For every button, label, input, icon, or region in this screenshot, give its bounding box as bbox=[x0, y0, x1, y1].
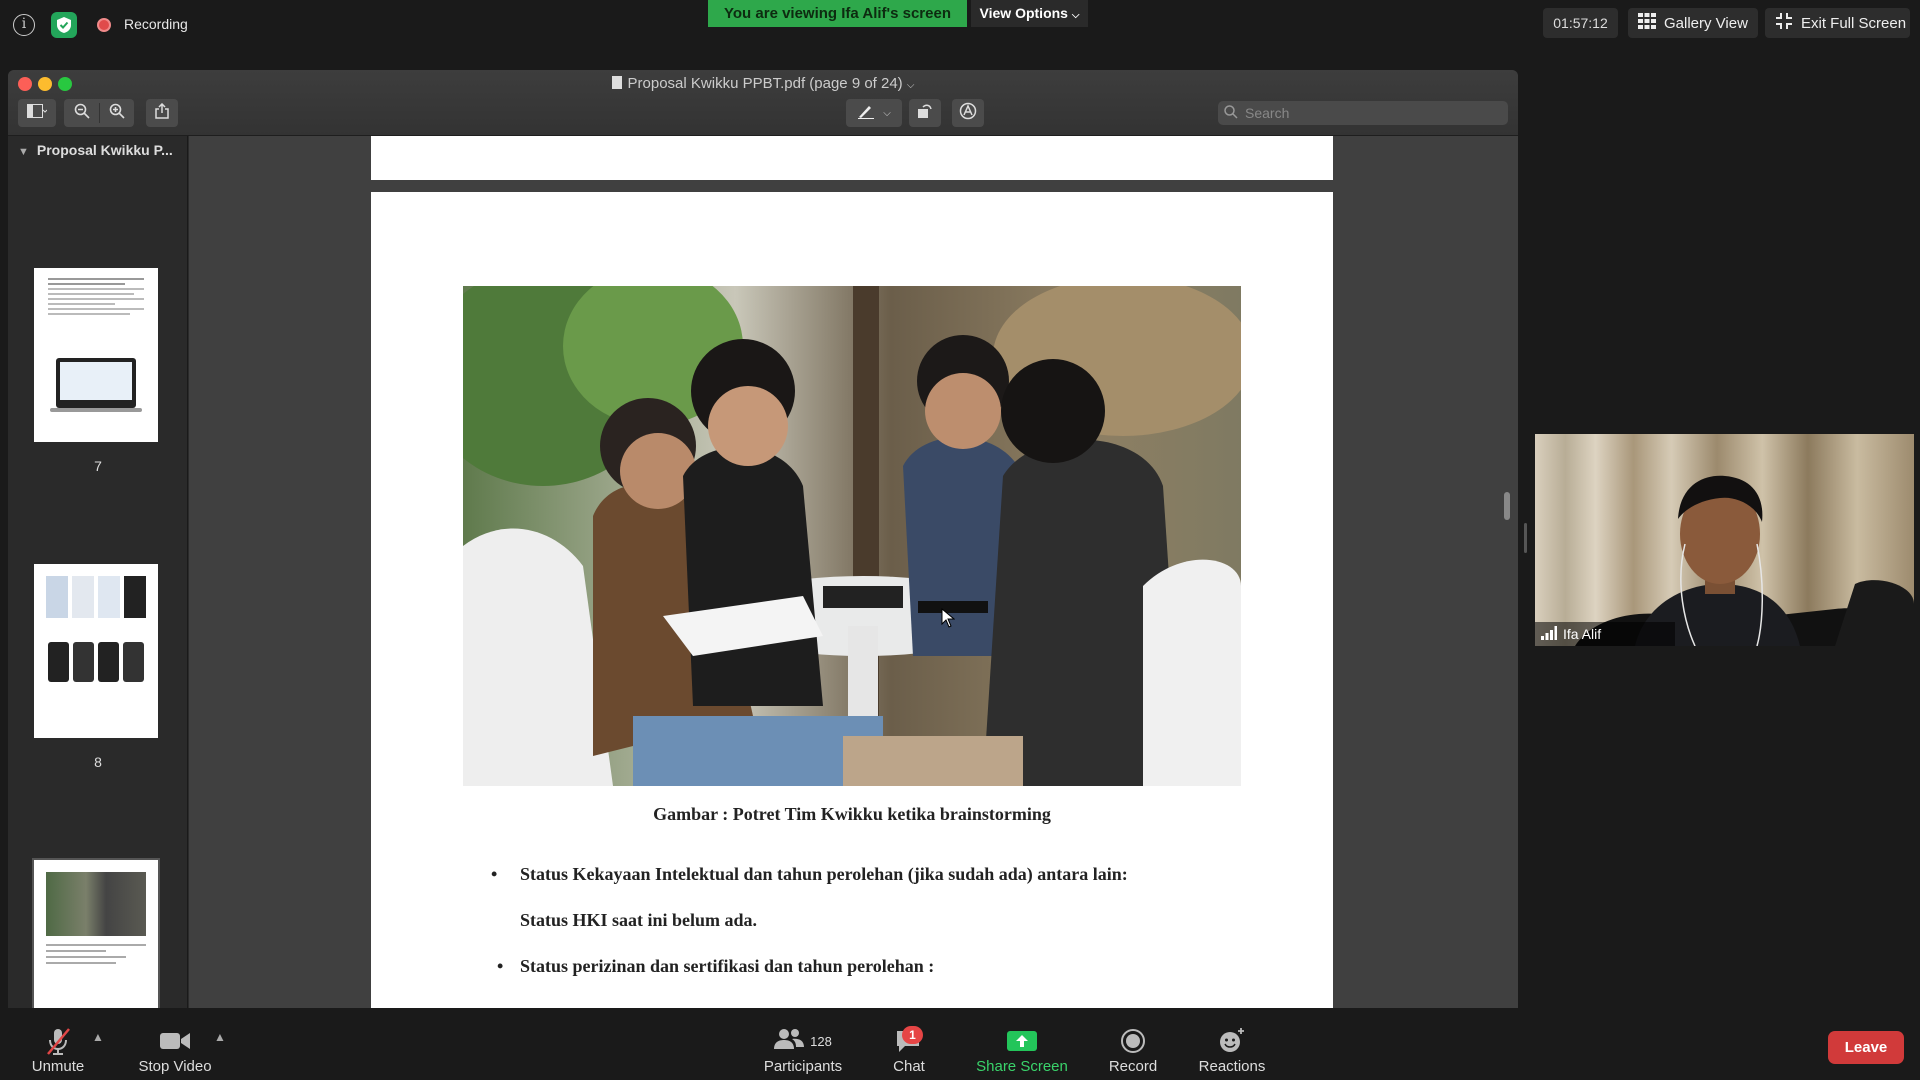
recording-label: Recording bbox=[124, 16, 188, 32]
gallery-view-label: Gallery View bbox=[1664, 14, 1748, 32]
share-screen-icon bbox=[974, 1024, 1070, 1058]
document-scrollbar[interactable] bbox=[1504, 492, 1510, 520]
share-icon bbox=[155, 102, 169, 123]
audio-options-caret-icon[interactable]: ▲ bbox=[92, 1030, 104, 1044]
share-screen-label: Share Screen bbox=[976, 1058, 1068, 1075]
shrink-icon bbox=[1775, 12, 1793, 34]
record-label: Record bbox=[1108, 1058, 1158, 1075]
markup-circle-icon bbox=[959, 102, 977, 124]
exit-full-screen-button[interactable]: Exit Full Screen bbox=[1765, 8, 1910, 38]
page-thumbnail-8[interactable] bbox=[34, 564, 158, 738]
participant-video-image bbox=[1535, 434, 1914, 646]
meeting-timer: 01:57:12 bbox=[1543, 8, 1618, 38]
thumbnail-text-lines bbox=[48, 278, 144, 315]
sidebar-toggle-button[interactable] bbox=[18, 99, 56, 127]
pdf-document-icon bbox=[611, 76, 622, 89]
participants-icon bbox=[774, 1028, 805, 1054]
annotate-button[interactable] bbox=[952, 99, 984, 127]
gallery-view-button[interactable]: Gallery View bbox=[1628, 8, 1758, 38]
zoom-in-icon[interactable] bbox=[99, 103, 134, 123]
pdf-search-input[interactable]: Search bbox=[1218, 101, 1508, 125]
chat-unread-badge: 1 bbox=[902, 1026, 923, 1044]
page-number-7: 7 bbox=[94, 458, 102, 474]
stop-video-label: Stop Video bbox=[138, 1058, 212, 1075]
page-number-8: 8 bbox=[94, 754, 102, 770]
muted-microphone-icon bbox=[22, 1024, 94, 1058]
view-options-label: View Options bbox=[979, 5, 1068, 21]
info-icon[interactable]: i bbox=[13, 14, 35, 36]
shared-screen-preview-window: Proposal Kwikku PPBT.pdf (page 9 of 24) … bbox=[8, 70, 1518, 1008]
viewing-screen-banner: You are viewing Ifa Alif's screen bbox=[708, 0, 967, 27]
rotate-icon bbox=[917, 103, 933, 123]
pdf-document-view[interactable]: Gambar : Potret Tim Kwikku ketika brains… bbox=[189, 136, 1518, 1008]
reaction-smiley-icon bbox=[1196, 1024, 1268, 1058]
thumbnail-screens-image bbox=[46, 576, 146, 618]
stop-video-button[interactable]: Stop Video bbox=[134, 1024, 216, 1075]
previous-page-bottom bbox=[371, 136, 1333, 180]
chevron-down-icon: ⌵ bbox=[883, 107, 891, 119]
record-icon bbox=[1106, 1024, 1160, 1058]
chat-button[interactable]: 1 Chat bbox=[886, 1024, 932, 1075]
zoom-out-icon[interactable] bbox=[64, 103, 99, 123]
grid-icon bbox=[1638, 13, 1656, 33]
record-button[interactable]: Record bbox=[1106, 1024, 1160, 1075]
disclosure-triangle-icon: ▼ bbox=[18, 146, 29, 158]
panel-resize-handle[interactable] bbox=[1524, 523, 1527, 553]
chat-icon: 1 bbox=[886, 1024, 932, 1058]
participant-name-text: Ifa Alif bbox=[1563, 626, 1602, 642]
window-title: Proposal Kwikku PPBT.pdf (page 9 of 24) … bbox=[8, 75, 1518, 92]
meeting-top-bar: i Recording You are viewing Ifa Alif's s… bbox=[0, 0, 1920, 70]
participant-video-tile[interactable]: Ifa Alif bbox=[1535, 434, 1914, 646]
bullet-hki-status: Status HKI saat ini belum ada. bbox=[520, 910, 758, 930]
participants-count: 128 bbox=[810, 1033, 832, 1049]
reactions-button[interactable]: Reactions bbox=[1196, 1024, 1268, 1075]
chevron-down-icon: ⌵ bbox=[906, 80, 915, 91]
video-camera-icon bbox=[134, 1024, 216, 1058]
thumbnail-sidebar: ▼Proposal Kwikku P... 7 8 9 bbox=[8, 136, 188, 1008]
figure-caption: Gambar : Potret Tim Kwikku ketika brains… bbox=[653, 804, 1051, 824]
leave-meeting-button[interactable]: Leave bbox=[1828, 1031, 1904, 1064]
participant-name-label: Ifa Alif bbox=[1535, 622, 1675, 646]
participants-button[interactable]: 128 Participants bbox=[760, 1024, 846, 1075]
pdf-page: Gambar : Potret Tim Kwikku ketika brains… bbox=[371, 192, 1333, 1008]
team-brainstorming-photo bbox=[463, 286, 1241, 786]
video-options-caret-icon[interactable]: ▲ bbox=[214, 1030, 226, 1044]
window-title-text: Proposal Kwikku PPBT.pdf (page 9 of 24) bbox=[627, 75, 903, 92]
chat-label: Chat bbox=[893, 1058, 925, 1075]
rotate-button[interactable] bbox=[909, 99, 941, 127]
page-thumbnail-7[interactable] bbox=[34, 268, 158, 442]
markup-button[interactable]: ⌵ bbox=[846, 99, 902, 127]
thumbnail-phones-image bbox=[48, 642, 144, 682]
bullet-point-icon: • bbox=[497, 956, 504, 976]
page-thumbnail-9[interactable] bbox=[32, 858, 160, 1008]
share-screen-button[interactable]: Share Screen bbox=[974, 1024, 1070, 1075]
sidebar-title: Proposal Kwikku P... bbox=[36, 142, 173, 158]
reactions-label: Reactions bbox=[1198, 1058, 1266, 1075]
mouse-cursor-icon bbox=[941, 607, 956, 633]
participants-label: Participants bbox=[763, 1058, 843, 1075]
share-button[interactable] bbox=[146, 99, 178, 127]
recording-indicator-icon bbox=[97, 18, 111, 32]
thumbnail-photo-image bbox=[46, 872, 146, 936]
search-icon bbox=[1224, 102, 1238, 126]
bullet-point-icon: • bbox=[491, 864, 498, 884]
participants-icon-group: 128 bbox=[760, 1024, 846, 1058]
exit-full-screen-label: Exit Full Screen bbox=[1801, 14, 1907, 32]
signal-strength-icon bbox=[1541, 625, 1557, 643]
bullet-ip-status: Status Kekayaan Intelektual dan tahun pe… bbox=[520, 864, 1128, 884]
search-placeholder: Search bbox=[1245, 105, 1290, 121]
thumbnail-laptop-image bbox=[56, 358, 136, 408]
meeting-controls-bar: Unmute ▲ Stop Video ▲ 128 Participants 1… bbox=[0, 1008, 1920, 1080]
chevron-down-icon: ⌵ bbox=[1071, 10, 1080, 21]
unmute-label: Unmute bbox=[31, 1058, 85, 1075]
security-shield-icon[interactable] bbox=[51, 12, 77, 38]
view-options-button[interactable]: View Options ⌵ bbox=[971, 0, 1088, 27]
pen-icon bbox=[857, 103, 875, 123]
unmute-button[interactable]: Unmute bbox=[22, 1024, 94, 1075]
sidebar-document-header[interactable]: ▼ Proposal Kwikku P... bbox=[18, 142, 173, 158]
zoom-controls bbox=[64, 99, 134, 127]
sidebar-icon bbox=[27, 104, 48, 122]
bullet-permit-status: Status perizinan dan sertifikasi dan tah… bbox=[520, 956, 935, 976]
window-titlebar: Proposal Kwikku PPBT.pdf (page 9 of 24) … bbox=[8, 70, 1518, 136]
